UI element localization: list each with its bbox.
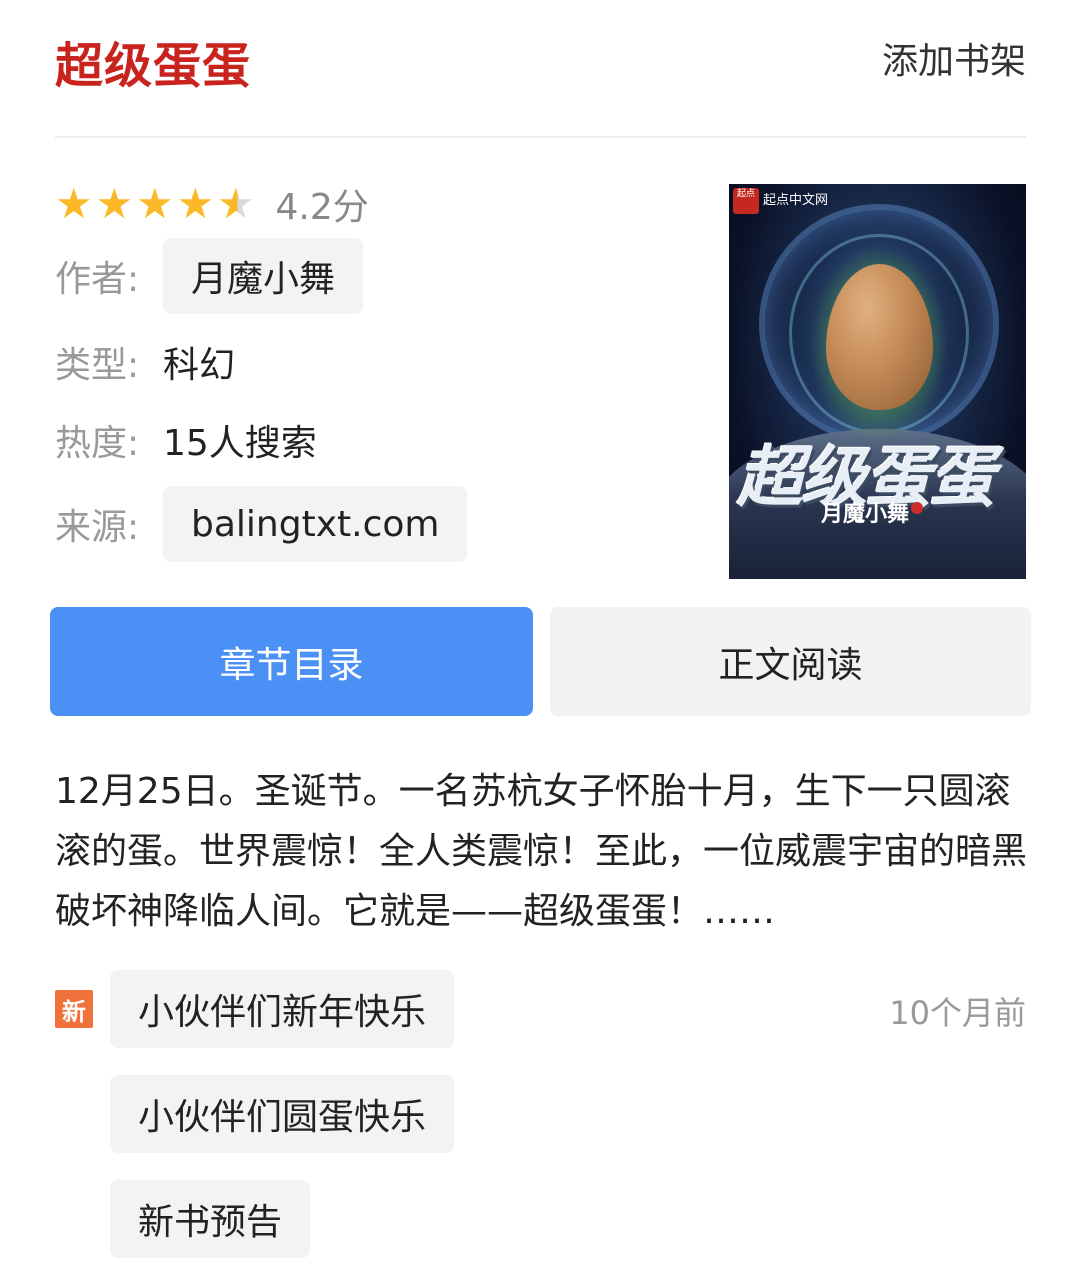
chapter-item[interactable]: 小伙伴们圆蛋快乐 (110, 1075, 455, 1153)
author-label: 作者: (55, 259, 140, 300)
chapter-item[interactable]: 新书预告 (110, 1180, 311, 1258)
add-to-shelf-button[interactable]: 添加书架 (882, 32, 1026, 84)
chapter-list-button[interactable]: 章节目录 (50, 607, 533, 716)
heat-value: 15人搜索 (163, 423, 317, 464)
half-star-icon: ★ (217, 183, 258, 225)
author-link[interactable]: 月魔小舞 (163, 238, 364, 314)
source-label: 来源: (55, 507, 140, 548)
rating-score: 4.2分 (275, 187, 369, 228)
new-badge-icon: 新 (55, 990, 93, 1028)
heat-row: 热度: 15人搜索 (55, 414, 317, 466)
rating-stars: ★ ★ ★ ★ ★ (55, 183, 258, 225)
genre-row: 类型: 科幻 (55, 336, 235, 388)
header: 超级蛋蛋 添加书架 (55, 0, 1026, 138)
update-time: 10个月前 (889, 994, 1026, 1032)
publisher-logo-icon: 起点 (733, 188, 759, 214)
star-icon: ★ (55, 179, 93, 228)
chapter-item[interactable]: 小伙伴们新年快乐 (110, 970, 455, 1048)
star-icon: ★ (95, 179, 134, 228)
cover-author: 月魔小舞 (821, 502, 910, 527)
read-button[interactable]: 正文阅读 (550, 607, 1031, 716)
book-cover[interactable]: 起点 起点中文网 超级蛋蛋 月魔小舞 (729, 184, 1026, 579)
genre-label: 类型: (55, 345, 140, 386)
star-icon: ★ (136, 179, 174, 228)
genre-value: 科幻 (163, 345, 236, 386)
book-description: 12月25日。圣诞节。一名苏杭女子怀胎十月，生下一只圆滚滚的蛋。世界震惊！全人类… (55, 771, 1028, 932)
source-link[interactable]: balingtxt.com (163, 486, 468, 562)
book-title: 超级蛋蛋 (55, 38, 252, 94)
cover-brand: 起点中文网 (763, 193, 829, 208)
rating: ★ ★ ★ ★ ★ 4.2分 (55, 180, 369, 229)
heat-label: 热度: (55, 423, 140, 464)
star-icon: ★ (176, 179, 215, 228)
author-row: 作者: 月魔小舞 (55, 238, 364, 314)
source-row: 来源: balingtxt.com (55, 486, 468, 562)
